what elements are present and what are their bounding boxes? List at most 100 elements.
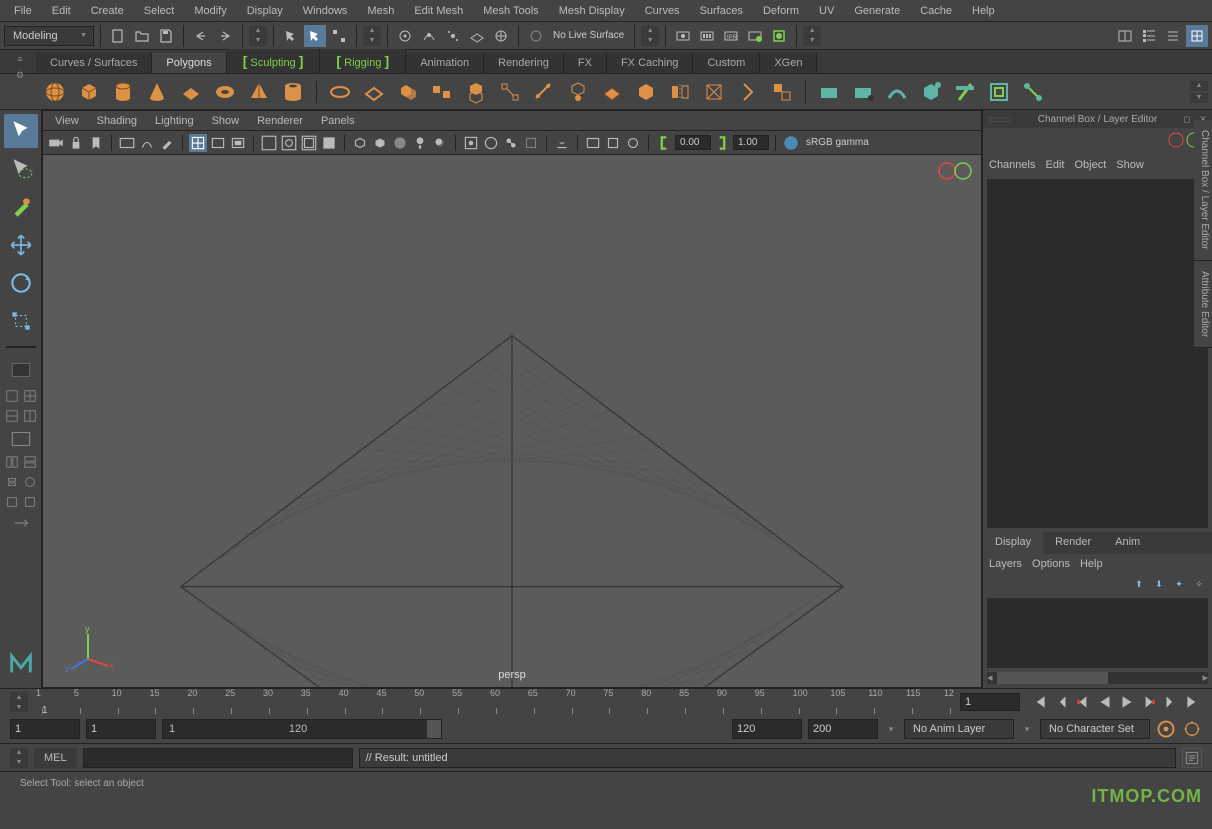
snap-curve-icon[interactable]	[418, 25, 440, 47]
poly-sphere-icon[interactable]	[40, 77, 70, 107]
use-lights-icon[interactable]	[411, 134, 429, 152]
auto-key-icon[interactable]	[1156, 719, 1176, 739]
snap-live-icon[interactable]	[490, 25, 512, 47]
side-tab-attribute-editor[interactable]: Attribute Editor	[1194, 261, 1212, 348]
layer-tab-render[interactable]: Render	[1043, 532, 1103, 554]
menu-cache[interactable]: Cache	[910, 1, 962, 21]
shelf-tab-custom[interactable]: Custom	[693, 53, 760, 73]
workspace-dropdown[interactable]: Modeling	[4, 26, 94, 46]
range-menu-icon[interactable]: ▾	[884, 722, 898, 736]
near-clip-input[interactable]	[675, 135, 711, 150]
shelf-tab-curves[interactable]: Curves / Surfaces	[36, 53, 152, 73]
panel-menu-panels[interactable]: Panels	[313, 112, 363, 130]
extrude-icon[interactable]	[461, 77, 491, 107]
shelf-down-icon[interactable]: ▼	[1190, 93, 1208, 103]
shelf-tab-animation[interactable]: Animation	[406, 53, 484, 73]
poly-torus-icon[interactable]	[210, 77, 240, 107]
shelf-up-icon[interactable]: ▲	[1190, 81, 1208, 91]
poly-cube-icon[interactable]	[74, 77, 104, 107]
menu-mesh[interactable]: Mesh	[357, 1, 404, 21]
save-layout-icon[interactable]	[4, 514, 38, 532]
make-live-icon[interactable]	[525, 25, 547, 47]
separate-icon[interactable]	[427, 77, 457, 107]
film-gate-icon[interactable]	[209, 134, 227, 152]
play-back-icon[interactable]	[1096, 693, 1114, 711]
menu-edit-mesh[interactable]: Edit Mesh	[404, 1, 473, 21]
mirror-icon[interactable]	[665, 77, 695, 107]
new-scene-icon[interactable]	[107, 25, 129, 47]
menu-uv[interactable]: UV	[809, 1, 844, 21]
xray-icon[interactable]	[482, 134, 500, 152]
range-handle[interactable]	[427, 720, 441, 738]
menu-display[interactable]: Display	[237, 1, 293, 21]
layout-four-icon[interactable]	[22, 388, 38, 404]
2d-pan-icon[interactable]	[138, 134, 156, 152]
render-sequence-icon[interactable]	[696, 25, 718, 47]
outliner-icon[interactable]	[1138, 25, 1160, 47]
uv-layout-icon[interactable]	[22, 474, 38, 490]
target-weld-icon[interactable]	[563, 77, 593, 107]
shelf-tab-polygons[interactable]: Polygons	[152, 53, 226, 73]
lasso-tool-icon[interactable]	[4, 152, 38, 186]
new-layer-icon[interactable]: ✦	[1172, 577, 1186, 591]
textured-icon[interactable]	[391, 134, 409, 152]
isolate-icon[interactable]	[462, 134, 480, 152]
character-set-dropdown[interactable]: No Character Set	[1040, 719, 1150, 739]
scale-tool-icon[interactable]	[4, 304, 38, 338]
ipr-render-icon[interactable]: IPR	[720, 25, 742, 47]
panel-menu-view[interactable]: View	[47, 112, 87, 130]
cmd-up-icon[interactable]: ▲	[10, 748, 28, 758]
xray-joints-icon[interactable]	[502, 134, 520, 152]
tab-down-icon[interactable]: ▼	[803, 36, 821, 46]
timeline-down-icon[interactable]: ▼	[10, 702, 28, 712]
menu-curves[interactable]: Curves	[635, 1, 690, 21]
new-layer-assign-icon[interactable]: ✧	[1192, 577, 1206, 591]
anim-layer-menu-icon[interactable]: ▾	[1020, 722, 1034, 736]
range-slider[interactable]: 1 120	[162, 719, 442, 739]
layer-options-menu[interactable]: Options	[1032, 558, 1070, 570]
select-tool-icon[interactable]	[4, 114, 38, 148]
outliner-toggle-icon[interactable]	[4, 428, 38, 450]
poly-pyramid-icon[interactable]	[244, 77, 274, 107]
shelf-tab-fxcaching[interactable]: FX Caching	[607, 53, 693, 73]
script-editor-icon[interactable]	[1182, 748, 1202, 768]
select-by-hierarchy-icon[interactable]	[304, 25, 326, 47]
time-ruler-track[interactable]: 1510152025303540455055606570758085909510…	[42, 690, 950, 714]
range-start-input[interactable]	[10, 719, 80, 739]
smooth-icon[interactable]	[597, 77, 627, 107]
smooth-shade-icon[interactable]	[371, 134, 389, 152]
shelf-gear-icon[interactable]: ⚙	[13, 68, 27, 82]
connect-icon[interactable]	[1018, 77, 1048, 107]
menu-help[interactable]: Help	[962, 1, 1005, 21]
menu-create[interactable]: Create	[81, 1, 134, 21]
snap-grid-icon[interactable]	[394, 25, 416, 47]
select-by-object-icon[interactable]	[280, 25, 302, 47]
field-chart-icon[interactable]	[280, 134, 298, 152]
expose-icon[interactable]	[553, 134, 571, 152]
anim-layer-dropdown[interactable]: No Anim Layer	[904, 719, 1014, 739]
prefs-icon[interactable]	[1182, 719, 1202, 739]
poly-platonic-icon[interactable]	[325, 77, 355, 107]
lock-camera-icon[interactable]	[67, 134, 85, 152]
detach-icon[interactable]	[767, 77, 797, 107]
move-tool-icon[interactable]	[4, 228, 38, 262]
channels-menu[interactable]: Channels	[989, 159, 1035, 171]
layout-icon[interactable]	[1114, 25, 1136, 47]
layer-list[interactable]	[987, 598, 1208, 668]
bevel-icon[interactable]	[631, 77, 661, 107]
shelf-tab-xgen[interactable]: XGen	[760, 53, 817, 73]
persp-graph-icon[interactable]	[22, 454, 38, 470]
clip-near-bracket-icon[interactable]	[655, 134, 673, 152]
step-forward-key-icon[interactable]	[1162, 693, 1180, 711]
range-end-input[interactable]	[808, 719, 878, 739]
tab-up-icon[interactable]: ▲	[641, 26, 659, 36]
clip-far-bracket-icon[interactable]	[713, 134, 731, 152]
shelf-tab-rendering[interactable]: Rendering	[484, 53, 564, 73]
node-editor-icon[interactable]	[1162, 25, 1184, 47]
colorspace-label[interactable]: sRGB gamma	[802, 137, 873, 148]
last-tool-icon[interactable]	[4, 356, 38, 384]
select-by-component-icon[interactable]	[328, 25, 350, 47]
multisample-icon[interactable]	[624, 134, 642, 152]
crease-icon[interactable]	[882, 77, 912, 107]
menu-generate[interactable]: Generate	[844, 1, 910, 21]
